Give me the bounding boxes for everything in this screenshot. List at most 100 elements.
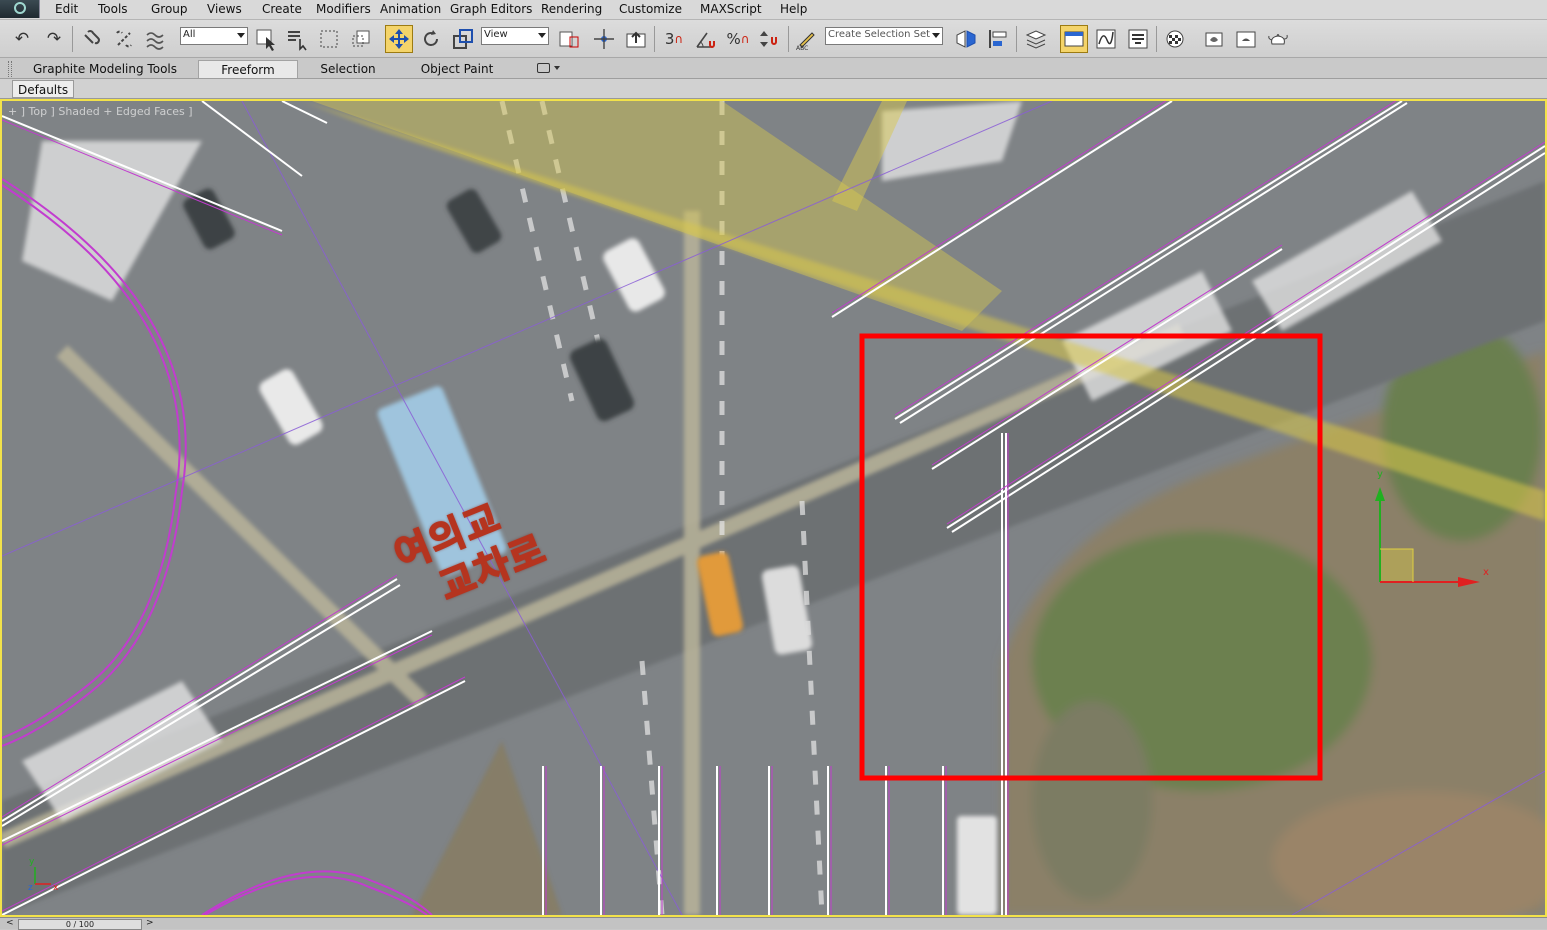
render-production-button[interactable] — [1264, 25, 1292, 53]
toolbar-divider — [788, 26, 789, 52]
magnet-icon: ∩ — [674, 32, 684, 46]
redo-icon: ↷ — [46, 29, 62, 49]
svg-text:ABC: ABC — [796, 45, 808, 51]
satellite-map-scene: y x y z x — [2, 101, 1545, 915]
tab-object-paint[interactable]: Object Paint — [405, 60, 509, 78]
gizmo-y-label: y — [1377, 469, 1383, 480]
gizmo-x-label: x — [1483, 567, 1489, 578]
select-and-link-button[interactable] — [78, 25, 106, 53]
chevron-down-icon — [554, 66, 560, 70]
align-icon — [989, 30, 1007, 48]
pivot-center-button[interactable] — [554, 25, 582, 53]
tab-graphite-modeling-tools[interactable]: Graphite Modeling Tools — [22, 60, 188, 78]
mirror-icon — [956, 30, 976, 48]
window-crossing-icon — [352, 30, 370, 47]
window-crossing-button[interactable] — [348, 25, 376, 53]
space-warp-icon — [146, 32, 164, 50]
chevron-down-icon — [538, 33, 546, 38]
align-button[interactable] — [984, 25, 1012, 53]
tab-freeform[interactable]: Freeform — [198, 60, 298, 78]
menu-create[interactable]: Create — [262, 2, 302, 16]
mirror-button[interactable] — [952, 25, 980, 53]
rotate-icon — [424, 30, 438, 46]
region-select-button[interactable] — [316, 25, 344, 53]
menu-animation[interactable]: Animation — [380, 2, 441, 16]
bind-space-warp-button[interactable] — [142, 25, 170, 53]
toolbar-divider — [1156, 26, 1157, 52]
tripod-z-label: z — [28, 883, 33, 893]
snaps-toggle-button[interactable]: 3 ∩ — [660, 25, 688, 53]
next-frame-button[interactable]: > — [146, 918, 154, 929]
menu-bar: Edit Tools Group Views Create Modifiers … — [0, 0, 1547, 20]
workspace-strip: Defaults — [0, 79, 1547, 99]
ribbon-options-button[interactable] — [537, 62, 563, 75]
keyboard-shortcut-override-button[interactable] — [622, 25, 650, 53]
menu-edit[interactable]: Edit — [55, 2, 78, 16]
select-object-button[interactable] — [252, 25, 280, 53]
unlink-selection-button[interactable] — [110, 25, 138, 53]
render-setup-button[interactable] — [1200, 25, 1228, 53]
tab-selection[interactable]: Selection — [305, 60, 391, 78]
curve-editor-icon — [1096, 29, 1116, 49]
graphite-ribbon-toggle-button[interactable] — [1060, 25, 1088, 53]
percent-snap-button[interactable]: % ∩ — [724, 25, 752, 53]
keyboard-override-icon — [626, 31, 646, 48]
rendered-frame-window-button[interactable] — [1232, 25, 1260, 53]
unlink-icon — [116, 30, 132, 48]
reference-coordinate-value: View — [484, 29, 508, 40]
rectangle-region-icon — [320, 30, 338, 48]
menu-modifiers[interactable]: Modifiers — [316, 2, 371, 16]
scale-icon — [453, 29, 473, 49]
tripod-y-label: y — [29, 857, 35, 867]
spinner-snap-button[interactable] — [756, 25, 784, 53]
ribbon-grip-handle[interactable] — [8, 61, 12, 77]
teapot-icon — [1268, 34, 1288, 45]
menu-graph-editors[interactable]: Graph Editors — [450, 2, 532, 16]
select-and-rotate-button[interactable] — [417, 25, 445, 53]
move-icon — [389, 29, 409, 49]
schematic-icon — [1128, 29, 1148, 49]
manipulate-button[interactable] — [590, 25, 618, 53]
redo-button[interactable]: ↷ — [40, 25, 68, 53]
curve-editor-button[interactable] — [1092, 25, 1120, 53]
undo-button[interactable]: ↶ — [8, 25, 36, 53]
menu-customize[interactable]: Customize — [619, 2, 682, 16]
menu-views[interactable]: Views — [207, 2, 242, 16]
application-button[interactable] — [0, 0, 40, 18]
rendered-frame-icon — [1236, 31, 1256, 48]
layers-icon — [1025, 30, 1047, 49]
magnet-icon: ∩ — [740, 32, 750, 46]
angle-snap-button[interactable] — [692, 25, 720, 53]
menu-maxscript[interactable]: MAXScript — [700, 2, 762, 16]
menu-tools[interactable]: Tools — [98, 2, 128, 16]
viewport-label-menu[interactable]: + ] Top ] Shaded + Edged Faces ] — [8, 105, 193, 118]
select-by-name-button[interactable] — [284, 25, 312, 53]
ribbon-icon — [1064, 31, 1084, 47]
pencil-abc-icon: ABC — [796, 32, 815, 51]
menu-group[interactable]: Group — [151, 2, 188, 16]
menu-help[interactable]: Help — [780, 2, 807, 16]
undo-icon: ↶ — [14, 29, 30, 49]
layer-manager-button[interactable] — [1022, 25, 1050, 53]
render-setup-icon — [1205, 32, 1223, 47]
previous-frame-button[interactable]: < — [6, 918, 14, 929]
named-selection-sets-dropdown[interactable]: Create Selection Set — [825, 27, 943, 45]
angle-snap-icon — [696, 32, 715, 48]
selection-filter-value: All — [183, 29, 196, 40]
tab-defaults[interactable]: Defaults — [12, 80, 75, 98]
reference-coordinate-dropdown[interactable]: View — [481, 27, 549, 45]
toolbar-divider — [72, 26, 73, 52]
selection-filter-dropdown[interactable]: All — [180, 27, 248, 45]
top-viewport[interactable]: y x y z x 여의교 교차로 + ] Top ] Shaded + Edg… — [0, 99, 1547, 917]
schematic-view-button[interactable] — [1124, 25, 1152, 53]
main-toolbar: ↶ ↷ All View 3 ∩ % ∩ ABC Create Selectio… — [0, 20, 1547, 58]
menu-rendering[interactable]: Rendering — [541, 2, 602, 16]
cursor-icon — [256, 29, 275, 51]
frame-counter[interactable]: 0 / 100 — [18, 919, 142, 930]
material-editor-button[interactable] — [1162, 25, 1190, 53]
select-and-scale-button[interactable] — [449, 25, 477, 53]
ribbon-options-icon — [537, 63, 550, 73]
select-and-move-button[interactable] — [385, 25, 413, 53]
edit-named-selection-button[interactable]: ABC — [792, 25, 820, 53]
chevron-down-icon — [932, 33, 940, 38]
